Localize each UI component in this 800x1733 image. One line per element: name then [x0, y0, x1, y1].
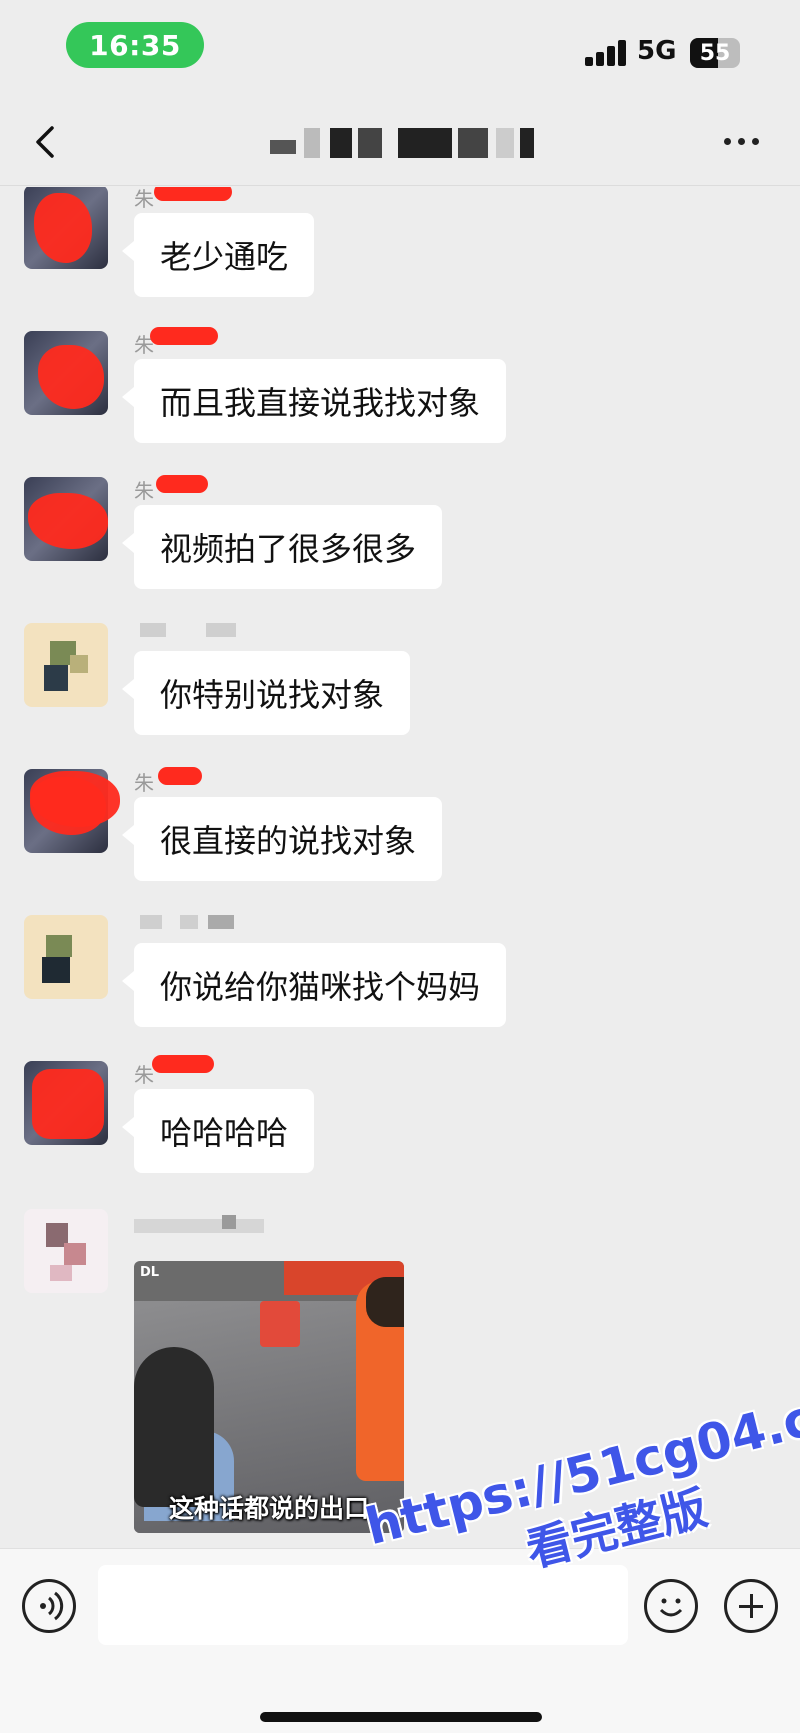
voice-button[interactable]	[22, 1579, 76, 1633]
input-bar	[0, 1548, 800, 1733]
message-bubble[interactable]: 很直接的说找对象	[121, 797, 443, 881]
back-button[interactable]	[28, 120, 68, 164]
redaction-mark	[158, 767, 202, 785]
message-bubble[interactable]: 哈哈哈哈	[121, 1089, 315, 1173]
chevron-left-icon	[36, 126, 54, 158]
message-bubble[interactable]: 老少通吃	[121, 213, 315, 297]
pixelated-name-block	[140, 623, 166, 637]
message-bubble[interactable]: 你说给你猫咪找个妈妈	[121, 943, 507, 1027]
more-button[interactable]	[720, 126, 764, 156]
message-bubble[interactable]: 而且我直接说我找对象	[121, 359, 507, 443]
pixelated-name-block	[140, 915, 162, 929]
emoji-icon	[659, 1598, 683, 1617]
battery-label: 55	[699, 40, 731, 66]
message-list[interactable]: 朱 老少通吃 朱 而且我直接说我找对象 朱 视频拍了很多很多 你特别说找对象 朱…	[0, 187, 800, 1547]
video-caption: 这种话都说的出口	[168, 1494, 369, 1523]
avatar[interactable]	[24, 915, 108, 999]
plus-button[interactable]	[724, 1579, 778, 1633]
voice-icon	[40, 1591, 64, 1621]
video-corner-tag: DL	[140, 1265, 160, 1280]
home-indicator	[260, 1712, 542, 1722]
redaction-mark	[152, 1055, 214, 1073]
avatar[interactable]	[24, 477, 108, 561]
message-input[interactable]	[98, 1565, 628, 1645]
network-label: 5G	[637, 36, 677, 66]
avatar[interactable]	[24, 187, 108, 269]
pixelated-name-block	[206, 623, 236, 637]
avatar[interactable]	[24, 1061, 108, 1145]
pixelated-name-block	[180, 915, 198, 929]
sender-name: 朱	[134, 771, 154, 795]
sender-name: 朱	[134, 479, 154, 503]
battery-icon: 55	[690, 38, 740, 68]
status-bar: 16:35 5G 55	[0, 0, 800, 100]
pixelated-name-block	[222, 1215, 236, 1229]
avatar[interactable]	[24, 1209, 108, 1293]
signal-icon	[585, 38, 629, 66]
emoji-button[interactable]	[644, 1579, 698, 1633]
message-bubble[interactable]: 你特别说找对象	[121, 651, 411, 735]
sender-name: 朱	[134, 1063, 154, 1087]
chat-header	[0, 100, 800, 186]
chat-title-pixelated	[270, 128, 560, 158]
redaction-mark	[150, 327, 218, 345]
sender-name: 朱	[134, 187, 154, 211]
redaction-mark	[154, 187, 232, 201]
redaction-mark	[156, 475, 208, 493]
avatar[interactable]	[24, 623, 108, 707]
pixelated-name-block	[134, 1219, 264, 1233]
status-time: 16:35	[66, 22, 204, 68]
pixelated-name-block	[208, 915, 234, 929]
avatar[interactable]	[24, 331, 108, 415]
message-bubble[interactable]: 视频拍了很多很多	[121, 505, 443, 589]
video-message[interactable]: DL 这种话都说的出口	[134, 1261, 404, 1533]
